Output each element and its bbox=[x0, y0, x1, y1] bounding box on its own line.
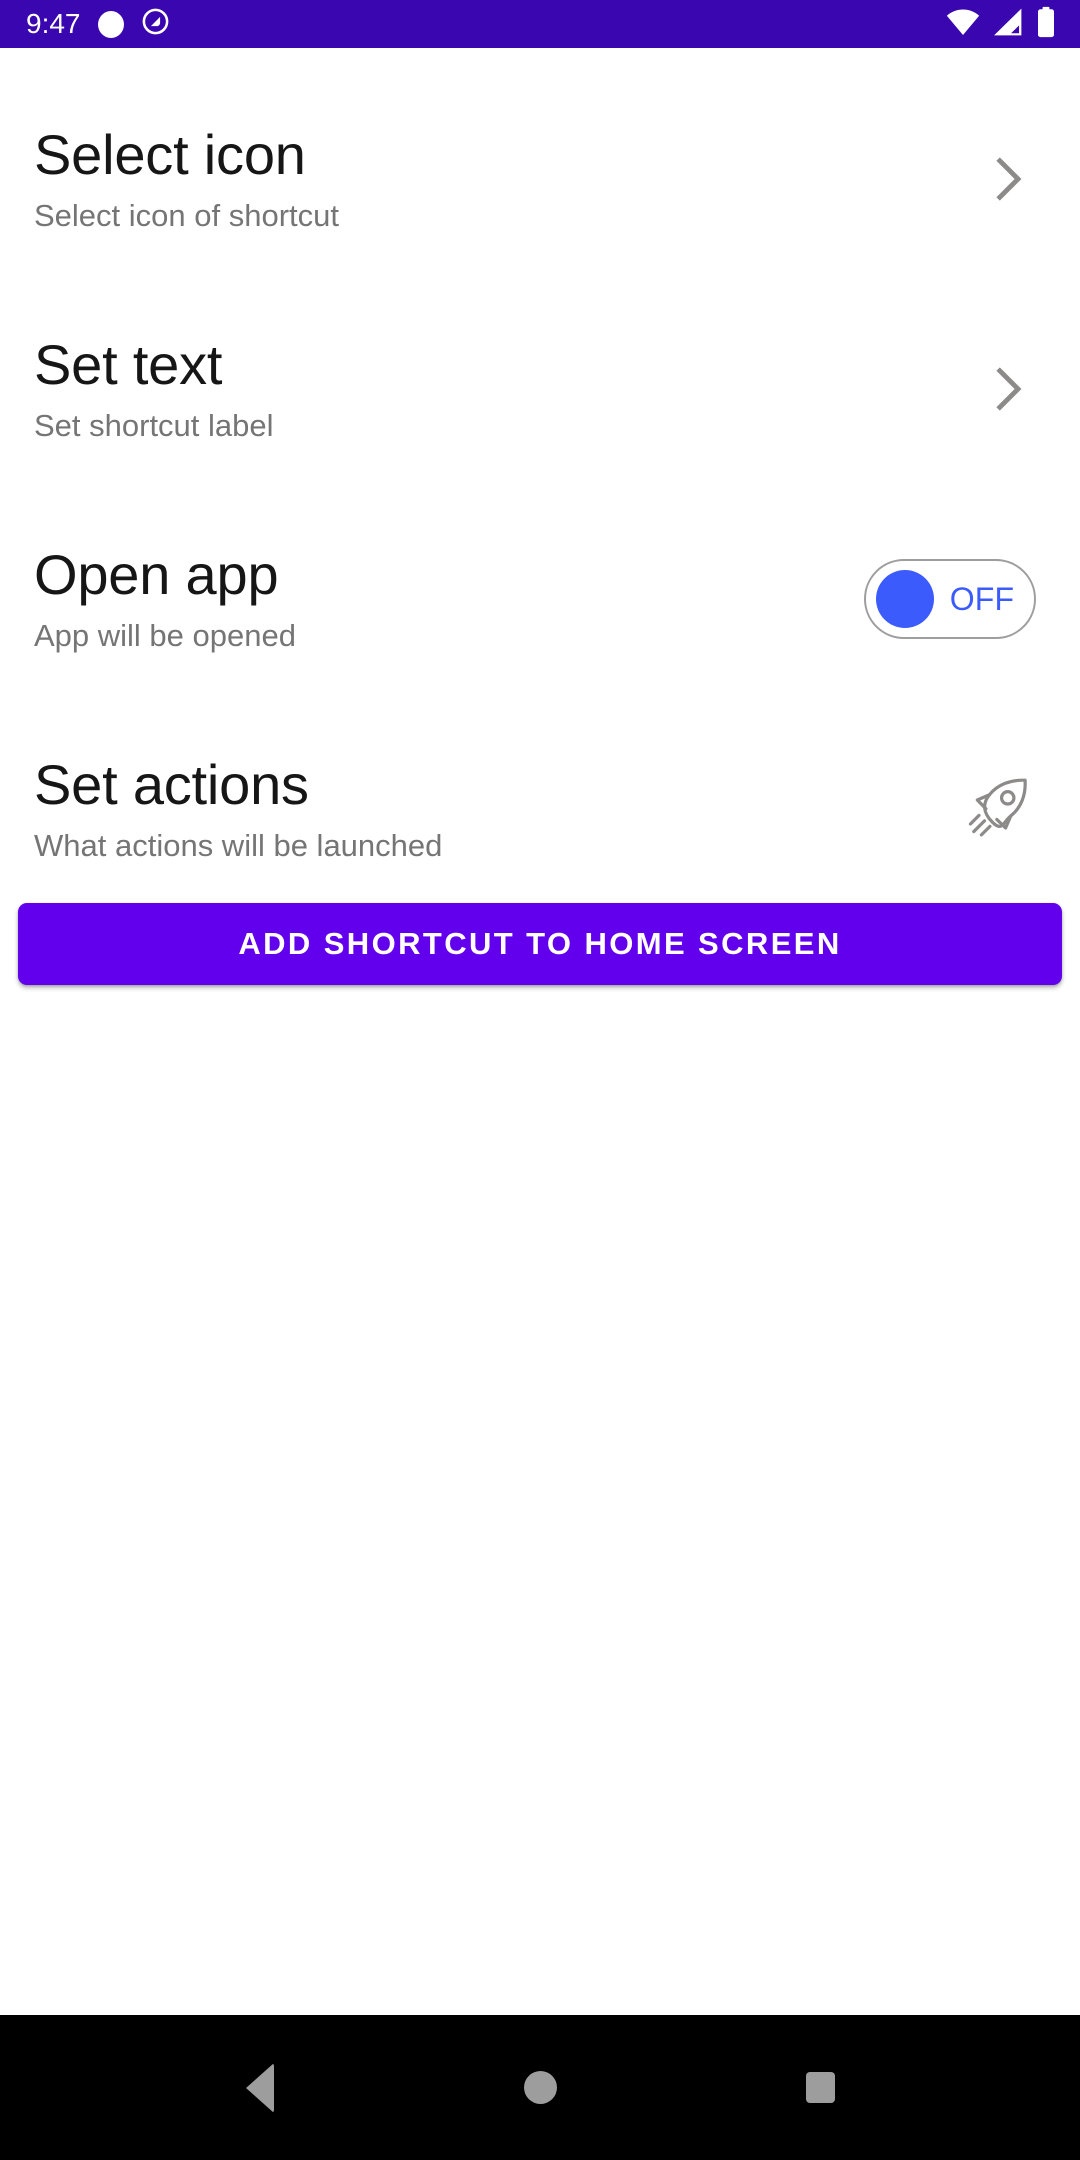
preference-title: Select icon bbox=[34, 123, 339, 187]
status-bar: 9:47 bbox=[0, 0, 1080, 48]
add-shortcut-to-home-screen-button[interactable]: Add shortcut to home screen bbox=[18, 903, 1062, 985]
preference-subtitle: Set shortcut label bbox=[34, 406, 274, 446]
preference-list: Select icon Select icon of shortcut Set … bbox=[0, 94, 1080, 894]
preference-row-set-actions[interactable]: Set actions What actions will be launche… bbox=[0, 724, 1080, 894]
preference-text-group: Set actions What actions will be launche… bbox=[34, 753, 442, 866]
open-app-toggle-switch[interactable]: OFF bbox=[864, 559, 1036, 639]
circle-dot-icon bbox=[98, 11, 124, 38]
preference-title: Set text bbox=[34, 333, 274, 397]
do-not-disturb-icon bbox=[141, 7, 170, 41]
cta-container: Add shortcut to home screen bbox=[0, 894, 1080, 985]
android-navigation-bar bbox=[0, 2015, 1080, 2160]
recents-button[interactable] bbox=[760, 2015, 880, 2160]
preference-subtitle: Select icon of shortcut bbox=[34, 196, 339, 236]
back-triangle-icon bbox=[246, 2063, 274, 2113]
settings-content: Select icon Select icon of shortcut Set … bbox=[0, 48, 1080, 2015]
home-button[interactable] bbox=[480, 2015, 600, 2160]
preference-text-group: Set text Set shortcut label bbox=[34, 333, 274, 446]
preference-widget[interactable] bbox=[980, 361, 1036, 417]
cellular-signal-icon bbox=[992, 7, 1024, 42]
preference-text-group: Open app App will be opened bbox=[34, 543, 296, 656]
preference-subtitle: What actions will be launched bbox=[34, 826, 442, 866]
preference-widget[interactable]: OFF bbox=[864, 559, 1036, 639]
app-screen: 9:47 bbox=[0, 0, 1080, 2160]
preference-title: Open app bbox=[34, 543, 296, 607]
back-button[interactable] bbox=[200, 2015, 320, 2160]
status-bar-right bbox=[946, 6, 1056, 43]
recents-square-icon bbox=[806, 2072, 835, 2103]
preference-widget[interactable] bbox=[960, 771, 1036, 847]
preference-subtitle: App will be opened bbox=[34, 616, 296, 656]
preference-title: Set actions bbox=[34, 753, 442, 817]
toggle-state-label: OFF bbox=[942, 582, 1022, 616]
home-circle-icon bbox=[524, 2071, 557, 2104]
preference-row-open-app[interactable]: Open app App will be opened OFF bbox=[0, 514, 1080, 684]
chevron-right-icon[interactable] bbox=[980, 151, 1036, 207]
toggle-knob[interactable] bbox=[876, 570, 934, 628]
chevron-right-icon[interactable] bbox=[980, 361, 1036, 417]
rocket-icon[interactable] bbox=[960, 771, 1036, 847]
battery-full-icon bbox=[1036, 6, 1056, 43]
wifi-icon bbox=[946, 7, 980, 42]
preference-widget[interactable] bbox=[980, 151, 1036, 207]
status-bar-clock: 9:47 bbox=[26, 9, 81, 39]
preference-row-set-text[interactable]: Set text Set shortcut label bbox=[0, 304, 1080, 474]
status-bar-left: 9:47 bbox=[26, 7, 170, 41]
preference-text-group: Select icon Select icon of shortcut bbox=[34, 123, 339, 236]
preference-row-select-icon[interactable]: Select icon Select icon of shortcut bbox=[0, 94, 1080, 264]
